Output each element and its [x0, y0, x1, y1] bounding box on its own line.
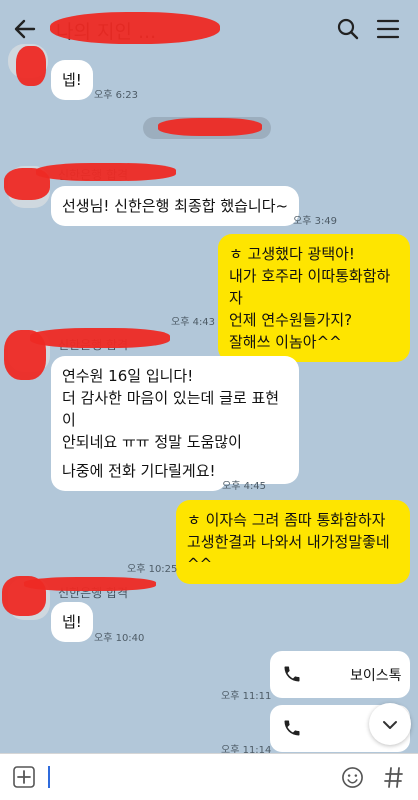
text-cursor — [48, 766, 50, 788]
message-bubble-incoming[interactable]: 넵! — [51, 60, 93, 100]
message-bubble-incoming[interactable]: 넵! — [51, 602, 93, 642]
emoji-icon[interactable] — [341, 766, 364, 789]
plus-icon[interactable] — [13, 766, 35, 788]
message-bubble-outgoing[interactable]: ㅎ 이자슥 그려 좀따 통화함하자 고생한결과 나와서 내가정말좋네^^ — [176, 500, 410, 584]
sender-redaction — [36, 163, 176, 181]
date-redaction — [158, 118, 262, 136]
voice-call-label: 보이스톡 — [350, 668, 402, 684]
message-bubble-incoming[interactable]: 선생님! 신한은행 최종합 했습니다~ — [51, 186, 300, 226]
message-time: 오후 3:49 — [293, 216, 338, 227]
message-bubble-incoming[interactable]: 나중에 전화 기다릴게요! — [51, 451, 227, 491]
sender-redaction — [30, 328, 170, 348]
chevron-down-icon — [380, 715, 400, 735]
message-time: 오후 4:45 — [222, 481, 267, 492]
chat-header: 나의 지인 ... — [0, 0, 418, 58]
search-icon[interactable] — [336, 17, 360, 41]
hamburger-menu-icon[interactable] — [376, 18, 400, 40]
message-input[interactable] — [52, 762, 322, 792]
avatar-redaction — [16, 46, 46, 86]
title-redaction — [50, 12, 220, 44]
scroll-to-bottom-button[interactable] — [369, 703, 411, 745]
phone-icon — [282, 718, 302, 738]
message-time: 오후 4:43 — [171, 317, 216, 328]
back-arrow-icon[interactable] — [12, 16, 38, 42]
message-time: 오후 10:25 — [127, 564, 178, 575]
sender-redaction — [24, 577, 156, 591]
voice-call-bubble[interactable]: 보이스톡 — [270, 651, 410, 698]
message-time: 오후 10:40 — [94, 633, 145, 644]
message-time: 오후 11:11 — [221, 691, 272, 702]
hash-icon[interactable] — [384, 766, 404, 789]
message-input-bar — [0, 753, 418, 800]
message-bubble-outgoing[interactable]: ㅎ 고생했다 광택아! 내가 호주라 이따통화함하자 언제 연수원들가지? 잘해… — [218, 234, 410, 362]
phone-icon — [282, 664, 302, 684]
message-time: 오후 6:23 — [94, 90, 139, 101]
